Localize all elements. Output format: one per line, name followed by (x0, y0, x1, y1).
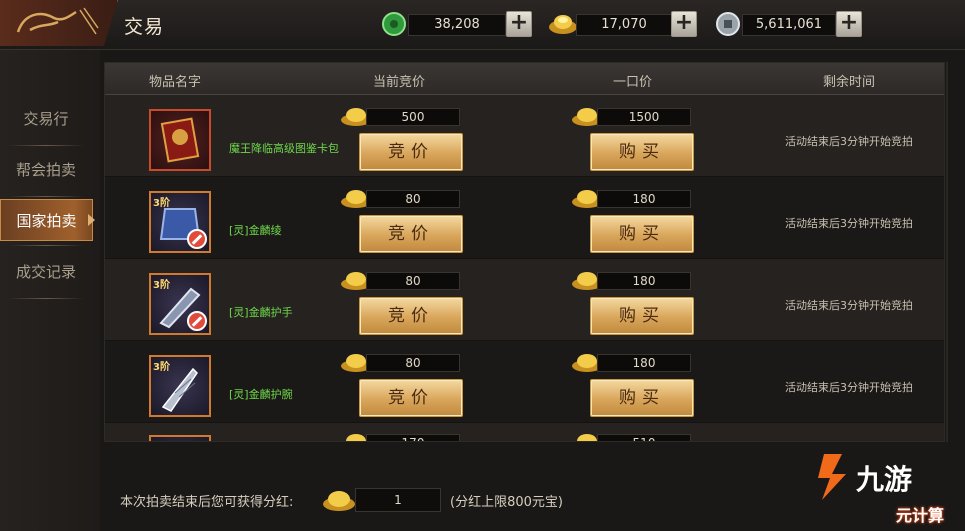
auction-table: 物品名字 当前竞价 一口价 剩余时间 魔王降临高级图鉴卡包 500 竞价 150… (104, 62, 945, 442)
sidebar-item-national-auction[interactable]: 国家拍卖 (0, 199, 93, 246)
remaining-time: 活动结束后3分钟开始竞拍 (785, 381, 913, 394)
add-gold-button[interactable]: + (671, 11, 697, 37)
armor-icon[interactable]: 3阶 (149, 191, 211, 253)
item-icon[interactable] (149, 435, 211, 441)
restricted-icon (187, 311, 207, 331)
silver-amount: 5,611,061 (742, 14, 836, 36)
bid-button[interactable]: 竞价 (359, 297, 463, 335)
dividend-label: 本次拍卖结束后您可获得分红: (120, 495, 294, 510)
currency-silver: 5,611,061 + (714, 10, 864, 38)
table-row: 3阶 [灵]金麟绫 80 竞价 180 购买 活动结束后3分钟开始竞拍 (105, 177, 944, 258)
buyout-value: 180 (597, 272, 691, 290)
table-row: 170 510 (105, 423, 944, 441)
table-row: 3阶 [灵]金麟护手 80 竞价 180 购买 活动结束后3分钟开始竞拍 (105, 259, 944, 340)
restricted-icon (187, 229, 207, 249)
table-row: 魔王降临高级图鉴卡包 500 竞价 1500 购买 活动结束后3分钟开始竞拍 (105, 95, 944, 176)
scrollbar[interactable] (946, 62, 948, 442)
sidebar-item-trade[interactable]: 交易行 (0, 98, 92, 146)
bid-value: 80 (366, 190, 460, 208)
currency-gold: 17,070 + (548, 10, 698, 38)
add-silver-button[interactable]: + (836, 11, 862, 37)
bid-button[interactable]: 竞价 (359, 379, 463, 417)
tier-badge: 3阶 (153, 280, 170, 291)
gauntlet-icon[interactable]: 3阶 (149, 273, 211, 335)
buyout-value: 180 (597, 354, 691, 372)
window-title: 交易 (124, 16, 165, 38)
remaining-time: 活动结束后3分钟开始竞拍 (785, 135, 913, 148)
item-name: [灵]金麟护腕 (229, 388, 293, 401)
header-current-bid: 当前竞价 (373, 75, 426, 90)
item-name: [灵]金麟绫 (229, 224, 282, 237)
header-item-name: 物品名字 (149, 75, 202, 90)
buy-button[interactable]: 购买 (590, 215, 694, 253)
dragon-emblem (0, 0, 118, 46)
jiuyou-logo: 九游 (812, 448, 962, 504)
tier-badge: 3阶 (153, 198, 170, 209)
top-bar: 交易 38,208 + 17,070 + 5,611,061 + (0, 0, 965, 50)
bid-value: 80 (366, 272, 460, 290)
buyout-value: 1500 (597, 108, 691, 126)
remaining-time: 活动结束后3分钟开始竞拍 (785, 217, 913, 230)
gold-ingot-icon (323, 491, 355, 511)
sidebar: 交易行 帮会拍卖 国家拍卖 成交记录 (0, 50, 100, 531)
gold-ingot-icon (548, 10, 578, 38)
remaining-time: 活动结束后3分钟开始竞拍 (785, 299, 913, 312)
bid-button[interactable]: 竞价 (359, 133, 463, 171)
item-name: [灵]金麟护手 (229, 306, 293, 319)
gold-amount: 17,070 (576, 14, 672, 36)
header-buyout: 一口价 (613, 75, 653, 90)
bid-value: 80 (366, 354, 460, 372)
card-pack-icon[interactable] (149, 109, 211, 171)
dividend-value: 1 (355, 488, 441, 512)
active-arrow-icon (88, 214, 95, 226)
table-header: 物品名字 当前竞价 一口价 剩余时间 (105, 63, 944, 95)
watermark-text: 元计算 (896, 506, 945, 525)
header-remaining: 剩余时间 (823, 75, 876, 90)
jade-icon (380, 10, 410, 38)
sidebar-item-records[interactable]: 成交记录 (0, 251, 92, 299)
buy-button[interactable]: 购买 (590, 133, 694, 171)
bid-value: 170 (366, 434, 460, 441)
bid-button[interactable]: 竞价 (359, 215, 463, 253)
dividend-cap-note: (分红上限800元宝) (450, 495, 563, 510)
sidebar-item-guild-auction[interactable]: 帮会拍卖 (0, 149, 92, 197)
bracer-icon[interactable]: 3阶 (149, 355, 211, 417)
buy-button[interactable]: 购买 (590, 379, 694, 417)
logo-text: 九游 (856, 463, 913, 496)
item-name: 魔王降临高级图鉴卡包 (229, 142, 339, 155)
buy-button[interactable]: 购买 (590, 297, 694, 335)
bid-value: 500 (366, 108, 460, 126)
add-jade-button[interactable]: + (506, 11, 532, 37)
buyout-value: 180 (597, 190, 691, 208)
jade-amount: 38,208 (408, 14, 506, 36)
silver-coin-icon (714, 10, 744, 38)
buyout-value: 510 (597, 434, 691, 441)
table-row: 3阶 [灵]金麟护腕 80 竞价 180 购买 活动结束后3分钟开始竞拍 (105, 341, 944, 422)
currency-jade: 38,208 + (380, 10, 532, 38)
tier-badge: 3阶 (153, 362, 170, 373)
